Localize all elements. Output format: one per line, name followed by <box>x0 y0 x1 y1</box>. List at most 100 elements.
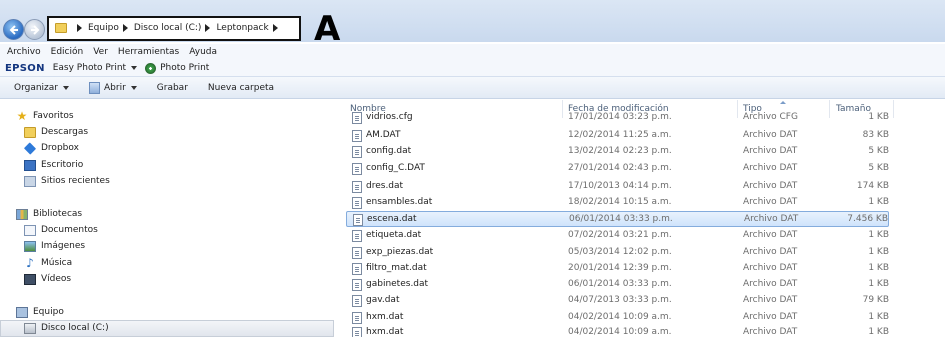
new-folder-button[interactable]: Nueva carpeta <box>208 83 274 93</box>
file-size: 1 KB <box>868 279 889 289</box>
downloads-folder-icon <box>24 126 36 138</box>
file-name: AM.DAT <box>366 130 401 140</box>
nav-images[interactable]: Imágenes <box>24 239 85 253</box>
file-type: Archivo DAT <box>743 247 798 257</box>
file-date: 04/02/2014 10:09 a.m. <box>568 327 672 337</box>
documents-icon <box>24 224 36 236</box>
file-row[interactable]: hxm.dat 04/02/2014 10:09 a.m. Archivo DAT 1… <box>346 310 889 326</box>
file-row[interactable]: vidrios.cfg 17/01/2014 03:23 p.m. Archivo … <box>346 110 889 126</box>
easy-photo-print-label: Easy Photo Print <box>52 63 127 73</box>
forward-button[interactable] <box>24 19 45 40</box>
file-type: Archivo DAT <box>743 295 798 305</box>
nav-label: Dropbox <box>41 143 79 153</box>
breadcrumb-leptonpack[interactable]: Leptonpack <box>216 23 268 33</box>
file-date: 04/02/2014 10:09 a.m. <box>568 312 672 322</box>
music-note-icon: ♪ <box>26 255 34 270</box>
nav-dropbox[interactable]: Dropbox <box>23 141 79 155</box>
nav-desktop[interactable]: Escritorio <box>24 158 83 172</box>
file-row[interactable]: filtro_mat.dat 20/01/2014 12:39 p.m. Archi… <box>346 261 889 277</box>
menu-ver[interactable]: Ver <box>89 47 112 57</box>
desktop-icon <box>24 159 36 171</box>
file-size: 5 KB <box>868 163 889 173</box>
file-icon <box>353 214 363 226</box>
nav-videos[interactable]: Vídeos <box>24 272 71 286</box>
file-type: Archivo DAT <box>743 197 798 207</box>
file-row[interactable]: dres.dat 17/10/2013 04:14 p.m. Archivo DAT… <box>346 179 889 195</box>
file-name: gabinetes.dat <box>366 279 429 289</box>
file-date: 17/01/2014 03:23 p.m. <box>568 112 672 122</box>
file-type: Archivo DAT <box>744 214 799 224</box>
burn-button[interactable]: Grabar <box>157 83 188 93</box>
file-name: config_C.DAT <box>366 163 425 173</box>
chevron-right-icon <box>272 24 278 32</box>
file-size: 1 KB <box>868 312 889 322</box>
file-icon <box>352 112 362 124</box>
chevron-right-icon <box>122 24 128 32</box>
epson-logo: EPSON <box>5 62 45 74</box>
file-row[interactable]: escena.dat 06/01/2014 03:33 p.m. Archivo D… <box>346 211 889 227</box>
file-name: exp_piezas.dat <box>366 247 434 257</box>
column-divider[interactable] <box>893 100 894 118</box>
nav-label: Escritorio <box>41 160 84 170</box>
file-type: Archivo DAT <box>743 181 798 191</box>
dropdown-arrow-icon <box>130 85 137 90</box>
file-icon <box>352 247 362 259</box>
file-row[interactable]: hxm.dat 04/02/2014 10:09 a.m. Archivo DAT 1… <box>346 325 889 337</box>
file-row[interactable]: AM.DAT 12/02/2014 11:25 a.m. Archivo DAT 83… <box>346 128 889 144</box>
file-icon <box>352 230 362 242</box>
file-size: 1 KB <box>868 247 889 257</box>
file-row[interactable]: config_C.DAT 27/01/2014 02:43 p.m. Archivo… <box>346 161 889 177</box>
command-bar: Organizar Abrir Grabar Nueva carpeta <box>0 77 945 99</box>
file-name: gav.dat <box>366 295 400 305</box>
menu-herramientas[interactable]: Herramientas <box>114 47 183 57</box>
file-type: Archivo CFG <box>743 112 798 122</box>
nav-recent-places[interactable]: Sitios recientes <box>24 174 110 188</box>
star-icon: ★ <box>16 108 28 123</box>
file-date: 20/01/2014 12:39 p.m. <box>568 263 672 273</box>
file-row[interactable]: gabinetes.dat 06/01/2014 03:33 p.m. Archiv… <box>346 277 889 293</box>
file-row[interactable]: gav.dat 04/07/2013 03:33 p.m. Archivo DAT 7… <box>346 293 889 309</box>
menu-edicion[interactable]: Edición <box>47 47 88 57</box>
file-row[interactable]: ensambles.dat 18/02/2014 10:15 a.m. Archiv… <box>346 195 889 211</box>
file-type: Archivo DAT <box>743 279 798 289</box>
file-name: ensambles.dat <box>366 197 433 207</box>
address-breadcrumb[interactable]: Equipo Disco local (C:) Leptonpack <box>47 16 301 41</box>
file-row[interactable]: config.dat 13/02/2014 02:23 p.m. Archivo D… <box>346 144 889 160</box>
file-name: etiqueta.dat <box>366 230 422 240</box>
file-date: 27/01/2014 02:43 p.m. <box>568 163 672 173</box>
chevron-right-icon <box>77 24 82 32</box>
photo-print-button[interactable]: Photo Print <box>160 63 209 73</box>
nav-libraries[interactable]: Bibliotecas <box>16 207 82 221</box>
file-type: Archivo DAT <box>743 263 798 273</box>
file-size: 79 KB <box>862 295 889 305</box>
nav-local-disk[interactable]: Disco local (C:) <box>24 321 109 335</box>
file-size: 1 KB <box>868 327 889 337</box>
nav-computer[interactable]: Equipo <box>16 305 64 319</box>
file-date: 06/01/2014 03:33 p.m. <box>568 279 672 289</box>
file-type: Archivo DAT <box>743 312 798 322</box>
nav-downloads[interactable]: Descargas <box>24 125 88 139</box>
menu-bar: Archivo Edición Ver Herramientas Ayuda <box>0 44 945 60</box>
file-icon <box>352 163 362 175</box>
organize-label: Organizar <box>14 82 58 93</box>
file-name: filtro_mat.dat <box>366 263 427 273</box>
file-type: Archivo DAT <box>743 146 798 156</box>
file-row[interactable]: exp_piezas.dat 05/03/2014 12:02 p.m. Archi… <box>346 245 889 261</box>
nav-music[interactable]: ♪ Música <box>24 256 72 270</box>
menu-archivo[interactable]: Archivo <box>0 47 45 57</box>
file-type: Archivo DAT <box>743 130 798 140</box>
menu-ayuda[interactable]: Ayuda <box>185 47 221 57</box>
file-name: config.dat <box>366 146 412 156</box>
open-icon <box>89 81 100 94</box>
nav-documents[interactable]: Documentos <box>24 223 98 237</box>
breadcrumb-local-disk[interactable]: Disco local (C:) <box>134 23 202 33</box>
breadcrumb-equipo[interactable]: Equipo <box>88 23 119 33</box>
file-row[interactable]: etiqueta.dat 07/02/2014 03:21 p.m. Archivo… <box>346 228 889 244</box>
open-button[interactable]: Abrir <box>89 81 137 94</box>
easy-photo-print-button[interactable]: Easy Photo Print <box>52 63 138 73</box>
file-date: 05/03/2014 12:02 p.m. <box>568 247 672 257</box>
organize-button[interactable]: Organizar <box>14 83 69 93</box>
file-size: 1 KB <box>868 230 889 240</box>
nav-favorites[interactable]: ★ Favoritos <box>16 109 74 123</box>
back-button[interactable] <box>3 19 24 40</box>
